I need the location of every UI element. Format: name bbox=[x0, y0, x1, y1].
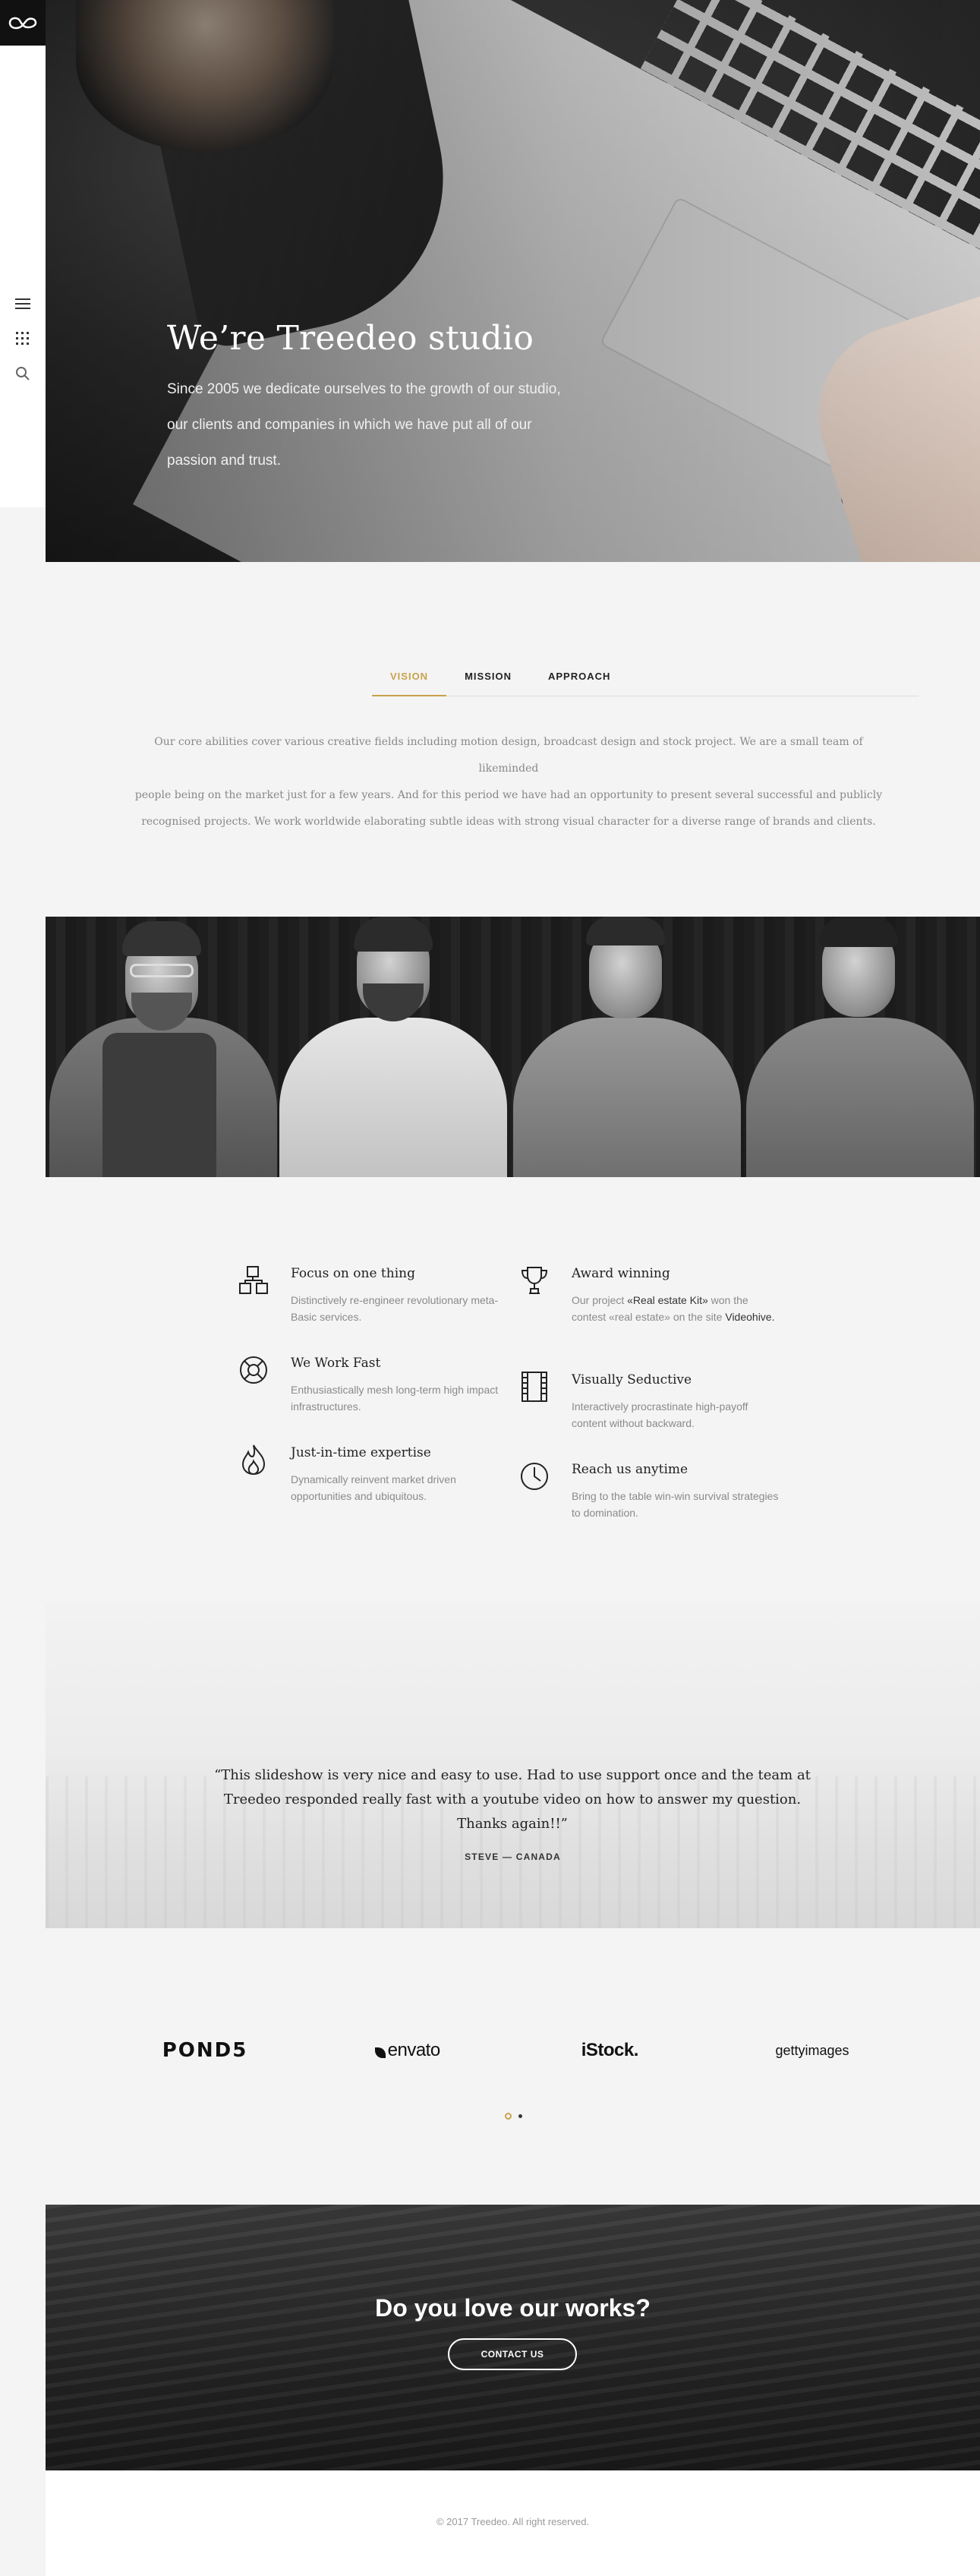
partners-carousel: POND5 envato iStock. gettyimages bbox=[129, 2031, 888, 2069]
boxes-icon bbox=[238, 1264, 269, 1296]
footer: © 2017 Treedeo. All right reserved. bbox=[46, 2470, 980, 2576]
carousel-dot-1[interactable] bbox=[505, 2113, 512, 2120]
envato-leaf-icon bbox=[374, 2047, 386, 2058]
film-icon bbox=[518, 1371, 550, 1403]
testimonial-quote: “This slideshow is very nice and easy to… bbox=[214, 1767, 811, 1832]
contact-us-button[interactable]: CONTACT US bbox=[448, 2338, 577, 2370]
about-tabs: VISION MISSION APPROACH bbox=[372, 661, 919, 696]
testimonial-author: STEVE — CANADA bbox=[465, 1852, 561, 1862]
flame-icon bbox=[238, 1444, 269, 1476]
cta-section: Do you love our works? CONTACT US bbox=[46, 2205, 980, 2470]
videohive-link[interactable]: Videohive. bbox=[725, 1311, 774, 1323]
team-photo bbox=[46, 917, 980, 1177]
team-member-4 bbox=[746, 917, 980, 1177]
testimonial-section: “This slideshow is very nice and easy to… bbox=[46, 1604, 980, 1928]
partner-logo-istock[interactable]: iStock. bbox=[534, 2040, 685, 2061]
project-link[interactable]: «Real estate Kit» bbox=[627, 1294, 708, 1306]
team-member-2 bbox=[279, 917, 513, 1177]
treedeo-logo-icon bbox=[8, 17, 37, 30]
trophy-icon bbox=[518, 1264, 550, 1296]
sidebar bbox=[0, 0, 46, 507]
carousel-pagination bbox=[505, 2113, 522, 2120]
hero-subtitle: Since 2005 we dedicate ourselves to the … bbox=[167, 381, 561, 469]
hero-section: We’re Treedeo studio Since 2005 we dedic… bbox=[46, 0, 980, 562]
tab-mission[interactable]: MISSION bbox=[446, 661, 530, 696]
partner-logo-pond5[interactable]: POND5 bbox=[129, 2039, 281, 2062]
tab-approach[interactable]: APPROACH bbox=[530, 661, 629, 696]
grid-icon[interactable] bbox=[14, 331, 31, 346]
team-member-3 bbox=[512, 917, 747, 1177]
hero-title: We’re Treedeo studio bbox=[167, 319, 534, 358]
carousel-dot-2[interactable] bbox=[518, 2114, 522, 2118]
partner-logo-envato[interactable]: envato bbox=[332, 2040, 484, 2061]
menu-icon[interactable] bbox=[14, 296, 31, 311]
hero-text: We’re Treedeo studio Since 2005 we dedic… bbox=[167, 319, 653, 478]
about-text: Our core abilities cover various creativ… bbox=[134, 736, 883, 828]
team-member-1 bbox=[46, 917, 279, 1177]
lifebuoy-icon bbox=[238, 1354, 269, 1386]
tab-vision[interactable]: VISION bbox=[372, 661, 447, 696]
partner-logo-getty[interactable]: gettyimages bbox=[736, 2043, 888, 2059]
search-icon[interactable] bbox=[14, 366, 31, 381]
cta-title: Do you love our works? bbox=[375, 2294, 651, 2322]
logo[interactable] bbox=[0, 0, 46, 46]
copyright-text: © 2017 Treedeo. All right reserved. bbox=[436, 2516, 590, 2527]
clock-icon bbox=[518, 1460, 550, 1492]
